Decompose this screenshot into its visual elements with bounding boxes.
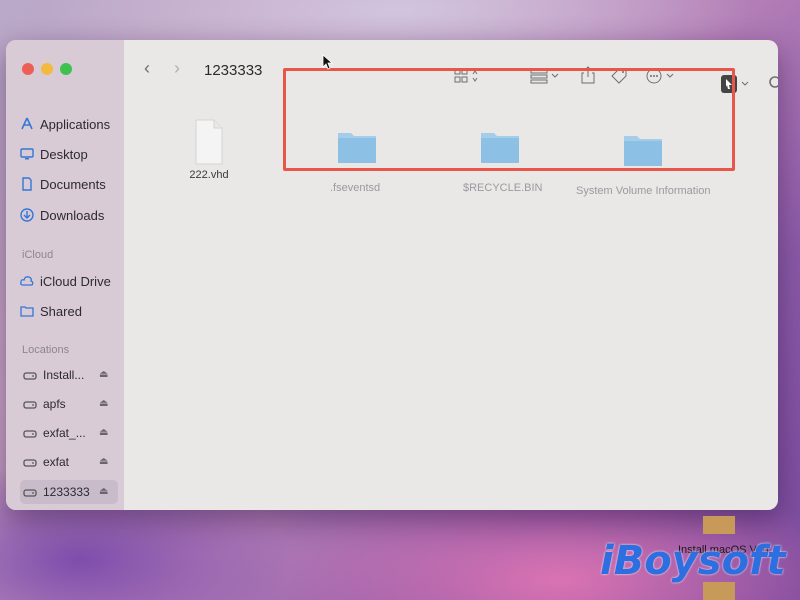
sidebar-item-label: Install...: [43, 368, 85, 382]
drive-icon: [23, 459, 37, 467]
drive-icon: [23, 401, 37, 409]
sidebar-item-label: exfat_...: [43, 426, 86, 440]
sidebar-item-location[interactable]: apfs: [23, 394, 66, 414]
sidebar-item-label: Desktop: [40, 146, 88, 162]
sidebar-item-location[interactable]: exfat: [23, 452, 69, 472]
sidebar-item-desktop[interactable]: Desktop: [20, 144, 88, 164]
eject-icon[interactable]: ⏏: [99, 369, 108, 380]
sidebar-item-label: exfat: [43, 455, 70, 469]
drive-icon: [23, 430, 37, 438]
search-icon[interactable]: [769, 76, 778, 92]
sidebar-item-icloud-drive[interactable]: iCloud Drive: [20, 271, 111, 291]
locations-section-header: Locations: [22, 344, 70, 356]
drive-desktop-icon[interactable]: [703, 582, 735, 600]
eject-icon[interactable]: ⏏: [99, 486, 108, 497]
sidebar-item-applications[interactable]: Applications: [20, 114, 110, 134]
window-controls: [22, 63, 72, 75]
sidebar-item-location-selected[interactable]: 1233333: [23, 482, 90, 502]
sidebar-item-location[interactable]: Install...: [23, 365, 84, 385]
sidebar-item-label: apfs: [43, 397, 66, 411]
annotation-highlight-box: [283, 68, 735, 171]
sidebar-item-documents[interactable]: Documents: [20, 174, 106, 194]
iboysoft-watermark: iBoysoft: [600, 538, 786, 584]
forward-icon[interactable]: ›: [174, 58, 180, 79]
downloads-icon: [20, 208, 34, 222]
document-icon: [22, 177, 32, 191]
file-name: 222.vhd: [189, 169, 229, 181]
document-file-icon: [195, 119, 223, 165]
folder-name: $RECYCLE.BIN: [463, 182, 543, 194]
icloud-section-header: iCloud: [22, 249, 54, 261]
folder-name: System Volume Information: [576, 185, 711, 197]
mouse-cursor-icon: [322, 54, 334, 70]
drive-icon: [23, 489, 37, 497]
desktop-icon: [20, 148, 34, 160]
eject-icon[interactable]: ⏏: [99, 398, 108, 409]
eject-icon[interactable]: ⏏: [99, 456, 108, 467]
sidebar-item-downloads[interactable]: Downloads: [20, 205, 104, 225]
shared-folder-icon: [20, 306, 34, 317]
eject-icon[interactable]: ⏏: [99, 427, 108, 438]
sidebar-item-location[interactable]: exfat_...: [23, 423, 86, 443]
sidebar-item-label: Shared: [40, 303, 82, 319]
sidebar-item-label: iCloud Drive: [40, 273, 111, 289]
folder-name: .fseventsd: [330, 182, 381, 194]
back-icon[interactable]: ‹: [144, 58, 150, 79]
applications-icon: [21, 117, 33, 130]
window-title: 1233333: [204, 62, 263, 79]
minimize-button[interactable]: [41, 63, 53, 75]
cloud-icon: [20, 276, 34, 286]
sidebar-item-shared[interactable]: Shared: [20, 301, 82, 321]
sidebar-item-label: Applications: [40, 116, 111, 132]
sidebar: Applications Desktop Documents Downloads…: [6, 40, 124, 510]
close-button[interactable]: [22, 63, 34, 75]
file-item[interactable]: 222.vhd: [179, 118, 239, 181]
sidebar-item-label: 1233333: [43, 485, 90, 499]
drive-icon: [23, 372, 37, 380]
sidebar-item-label: Documents: [40, 176, 106, 192]
sidebar-item-label: Downloads: [40, 207, 105, 223]
zoom-button[interactable]: [60, 63, 72, 75]
drive-desktop-icon[interactable]: [703, 516, 735, 534]
